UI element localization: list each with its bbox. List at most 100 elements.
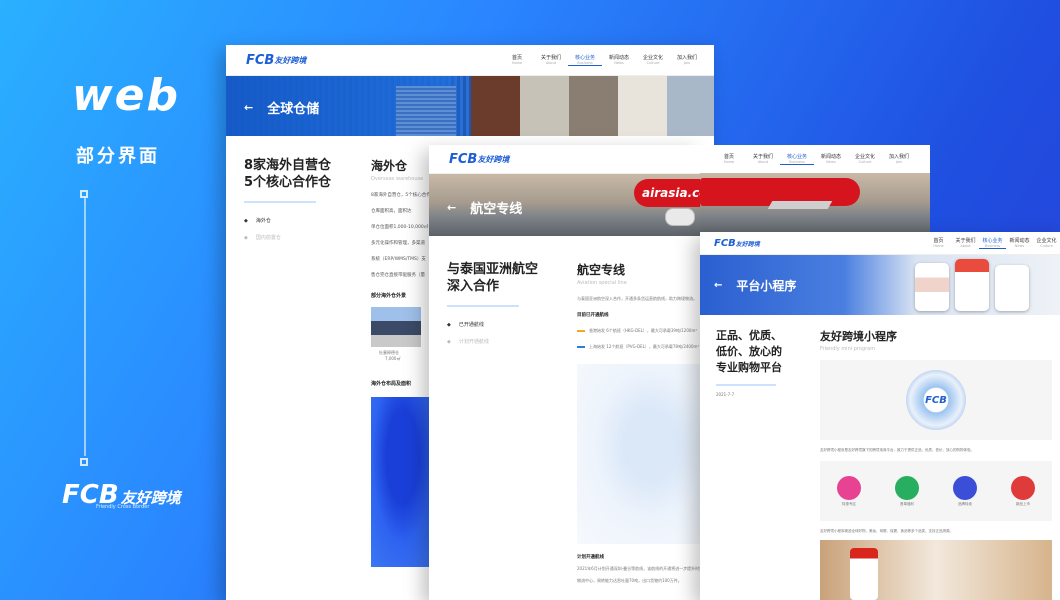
post-date: 2021-7-7 (716, 392, 735, 397)
deal-icon (837, 475, 861, 500)
nav-item-culture[interactable]: 企业文化 Culture (848, 153, 882, 165)
nav-item-en: Culture (1040, 244, 1053, 248)
nav-item-cn: 加入我们 (676, 55, 697, 61)
banner-title: 航空专线 (470, 202, 523, 217)
warehouse-heading-2: 5个核心合作仓 (244, 175, 332, 190)
side-item-domestic[interactable]: ◆ 国内前置仓 (244, 234, 331, 242)
nav-item-cn: 核心业务 (574, 55, 595, 61)
new-icon (1011, 475, 1035, 500)
nav-logo-fcb: FCB (714, 237, 736, 249)
aviation-heading-2: 深入合作 (447, 279, 500, 294)
nav-item-news[interactable]: 新闻动态 News (602, 54, 636, 66)
section-en: Aviation special line (577, 280, 627, 286)
feature-label: 新品上市 (1016, 501, 1030, 506)
back-arrow-icon[interactable]: ← (714, 280, 722, 291)
banner-aviation: airasia.com ← 航空专线 (429, 174, 700, 236)
aviation-right-col: 航空专线 Aviation special line 与泰国亚洲航空深入合作，开… (577, 261, 700, 584)
nav-item-cn: 关于我们 (955, 238, 976, 244)
side-item-open-routes[interactable]: ◆ 已开通航线 (447, 321, 538, 329)
feature-deal[interactable]: 特惠专区 (837, 475, 861, 507)
nav-item-home[interactable]: 首页 Home (712, 153, 746, 165)
nav-item-cn: 加入我们 (888, 154, 909, 160)
feature-brand[interactable]: 品牌特卖 (953, 475, 977, 507)
phone-in-hand-image (850, 548, 878, 600)
nav-item-cn: 企业文化 (854, 154, 875, 160)
banner-title-row: ← 全球仓储 (244, 98, 319, 117)
nav-item-en: About (545, 61, 557, 65)
nav-item-business[interactable]: 核心业务 Business (780, 153, 814, 165)
line-square-bottom-icon (80, 458, 88, 466)
nav-item-en: News (1014, 244, 1025, 248)
airplane-body: airasia.com (634, 179, 700, 207)
nav-item-business[interactable]: 核心业务 Business (979, 237, 1006, 249)
qr-code-icon[interactable]: FCB (906, 370, 966, 430)
nav-item-en: Home (511, 61, 523, 65)
brand-icon (953, 475, 977, 500)
nav-item-news[interactable]: 新闻动态 News (1006, 237, 1033, 249)
plan-heading: 计划开通航线 (577, 555, 604, 560)
back-arrow-icon[interactable]: ← (447, 201, 456, 214)
route-row-1: 香港始发 6个航班（HKG-DEL），最大可承载39吨/1200m³ (577, 328, 700, 334)
nav-item-about[interactable]: 关于我们 About (534, 54, 568, 66)
feature-welfare[interactable]: 首单福利 (895, 475, 919, 507)
nav-logo-cn: 友好跨境 (274, 55, 307, 65)
vertical-divider (84, 198, 86, 456)
mini-right-col: 友好跨境小程序 Friendly mini program FCB 友好跨境小程… (820, 328, 1052, 600)
warehouse-heading-1: 8家海外自营仓 (244, 158, 332, 173)
side-dot-icon: ◆ (447, 321, 451, 328)
nav-item-cn: 新闻动态 (608, 55, 629, 61)
line-square-top-icon (80, 190, 88, 198)
banner-door-stripes (396, 86, 456, 136)
nav-item-join[interactable]: 加入我们 Join (670, 54, 704, 66)
nav-item-en: Home (933, 244, 944, 248)
feature-new[interactable]: 新品上市 (1011, 475, 1035, 507)
nav-item-culture[interactable]: 企业文化 Culture (1033, 237, 1060, 249)
nav-item-culture[interactable]: 企业文化 Culture (636, 54, 670, 66)
nav-item-business[interactable]: 核心业务 Business (568, 54, 602, 66)
nav-item-join[interactable]: 加入我们 Join (882, 153, 916, 165)
aviation-left-col: 与泰国亚洲航空 深入合作 ◆ 已开通航线 ◆ 计划开通航线 (447, 261, 538, 345)
nav-item-en: Business (984, 244, 1001, 248)
banner-title-row: ← 航空专线 (447, 198, 522, 217)
shop-photo (820, 540, 1052, 600)
feature-label: 品牌特卖 (958, 501, 972, 506)
web-subtitle: 部分界面 (76, 146, 160, 167)
side-item-planned-routes[interactable]: ◆ 计划开通航线 (447, 338, 538, 346)
nav-item-en: Join (683, 61, 691, 65)
nav-item-cn: 新闻动态 (1009, 238, 1030, 244)
route-row-2: 上海始发 12个航班（PVG-DEL），最大可承载78吨/2400m³ (577, 344, 700, 350)
nav-item-cn: 企业文化 (1036, 238, 1057, 244)
banner-warehouse: ← 全球仓储 (226, 76, 714, 136)
nav-item-en: About (960, 244, 971, 248)
nav-item-home[interactable]: 首页 Home (500, 54, 534, 66)
nav-logo[interactable]: FCB 友好跨境 (714, 238, 760, 249)
nav-logo[interactable]: FCB 友好跨境 (449, 152, 509, 167)
desc-text: 友好跨境小程序精选全球好物，美妆、母婴、保健、食品等多个品类，支持正品溯源。 (820, 529, 953, 533)
nav-item-en: News (614, 61, 624, 65)
warehouse-left-col: 8家海外自营仓 5个核心合作仓 ◆ 海外仓 ◆ 国内前置仓 (244, 157, 331, 241)
nav-item-about[interactable]: 关于我们 About (952, 237, 979, 249)
airplane-wing (767, 201, 833, 209)
mini-left-col: 正品、优质、 低价、放心的 专业购物平台 2021-7-7 (716, 328, 782, 397)
nav-logo-cn: 友好跨境 (477, 154, 510, 164)
back-arrow-icon[interactable]: ← (244, 101, 253, 114)
nav-menu: 首页 Home 关于我们 About 核心业务 Business 新闻动态 News 企… (500, 54, 704, 66)
nav-item-home[interactable]: 首页 Home (925, 237, 952, 249)
banner-door-image (471, 76, 714, 136)
nav-item-about[interactable]: 关于我们 About (746, 153, 780, 165)
gift-icon (895, 475, 919, 500)
nav-item-en: Join (895, 160, 903, 164)
qr-card: FCB (820, 360, 1052, 440)
side-item-overseas[interactable]: ◆ 海外仓 (244, 217, 331, 225)
nav-item-en: Home (723, 160, 735, 164)
nav-item-cn: 核心业务 (786, 154, 807, 160)
nav-item-cn: 核心业务 (982, 238, 1003, 244)
route-text: 上海始发 12个航班（PVG-DEL），最大可承载78吨/2400m³ (589, 344, 700, 349)
nav-logo[interactable]: FCB 友好跨境 (246, 53, 306, 68)
section-title: 友好跨境小程序 (820, 330, 897, 343)
nav-item-news[interactable]: 新闻动态 News (814, 153, 848, 165)
panel2-banner-right (700, 173, 930, 235)
warehouse-photo (371, 307, 421, 347)
nav-item-cn: 企业文化 (642, 55, 663, 61)
plan-text: 物流中心，周转能力达吞吐量70吨，出口货物约100万件。 (577, 578, 682, 583)
